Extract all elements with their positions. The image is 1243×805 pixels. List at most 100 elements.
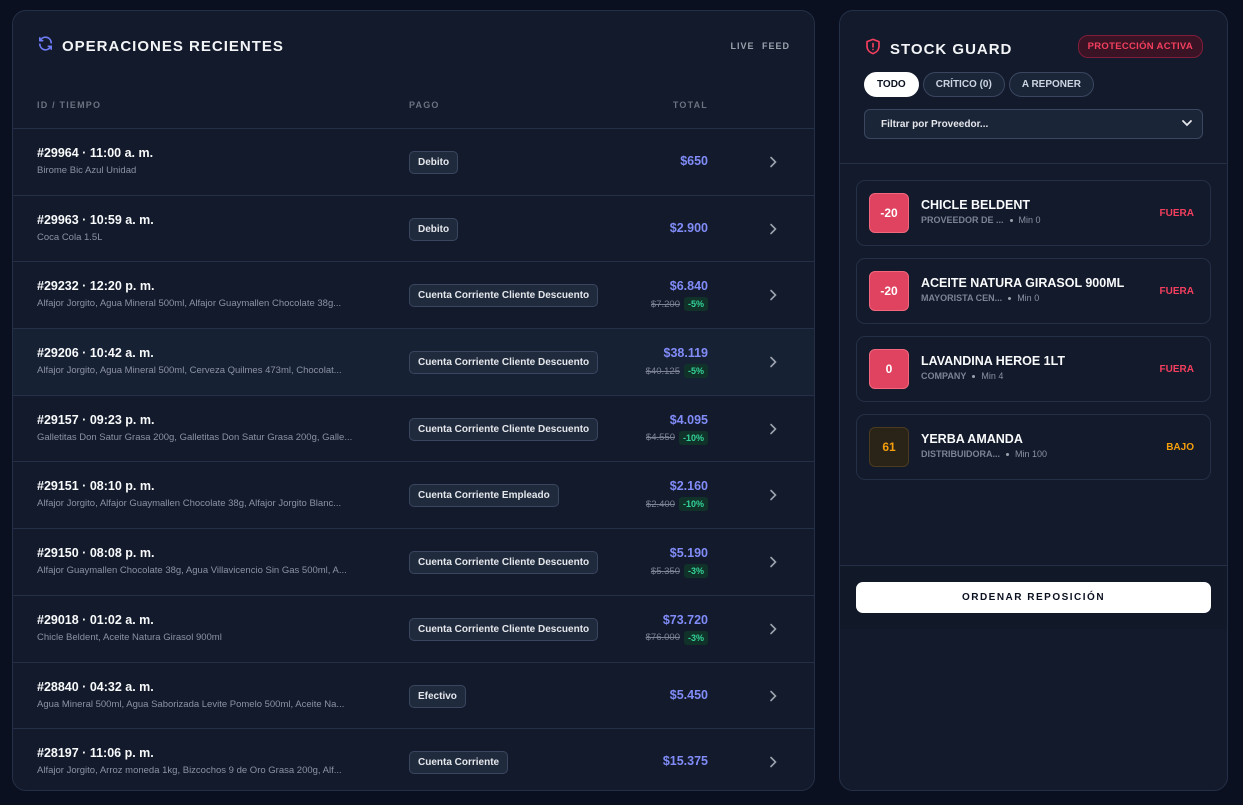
tab-critico[interactable]: CRÍTICO (0) [922,72,1005,97]
stock-item-card[interactable]: -20 ACEITE NATURA GIRASOL 900ML MAYORIST… [856,258,1211,324]
min-stock: Min 4 [981,371,1004,381]
stock-item-card[interactable]: 61 YERBA AMANDA DISTRIBUIDORA... Min 100… [856,414,1211,480]
chevron-right-icon[interactable] [768,288,778,306]
min-stock: Min 0 [1017,293,1040,303]
stock-filter-tabs: TODO CRÍTICO (0) A REPONER [864,72,1094,97]
discount-badge: -3% [683,630,708,645]
operation-row[interactable]: #29206 · 10:42 a. m. Alfajor Jorgito, Ag… [13,329,814,396]
stock-status: FUERA [1159,364,1194,375]
column-payment: PAGO [409,100,440,110]
chevron-right-icon[interactable] [768,488,778,506]
chevron-right-icon[interactable] [768,755,778,773]
tab-todo[interactable]: TODO [864,72,919,97]
operation-total: $4.095 [669,412,708,427]
operation-total: $2.160 [669,479,708,494]
discount-badge: -5% [683,364,708,379]
product-meta: PROVEEDOR DE ... Min 0 [921,215,1041,225]
stock-quantity-badge: 0 [869,349,909,389]
chevron-right-icon[interactable] [768,422,778,440]
shield-alert-icon [864,37,882,61]
operation-id-time: #29206 · 10:42 a. m. [37,346,154,361]
recent-operations-panel: OPERACIONES RECIENTES LIVE FEED ID / TIE… [12,10,815,791]
chevron-right-icon[interactable] [768,622,778,640]
operation-items: Chicle Beldent, Aceite Natura Girasol 90… [37,631,222,643]
column-id-time: ID / TIEMPO [37,100,102,110]
discount-info: $5.350 -3% [651,564,708,579]
operation-total: $650 [680,154,708,168]
operation-id-time: #29963 · 10:59 a. m. [37,212,154,227]
original-price: $4.550 [645,432,675,444]
operation-id-time: #29157 · 09:23 p. m. [37,412,155,427]
stock-item-card[interactable]: 0 LAVANDINA HEROE 1LT COMPANY Min 4 FUER… [856,336,1211,402]
stock-quantity-badge: -20 [869,193,909,233]
separator-dot [1009,218,1013,222]
tab-a-reponer[interactable]: A REPONER [1008,72,1094,97]
payment-badge: Debito [409,217,459,241]
operation-items: Alfajor Jorgito, Alfajor Guaymallen Choc… [37,498,342,510]
operation-row[interactable]: #28840 · 04:32 a. m. Agua Mineral 500ml,… [13,663,814,730]
chevron-right-icon[interactable] [768,155,778,173]
operation-items: Alfajor Jorgito, Agua Mineral 500ml, Alf… [37,298,342,310]
stock-guard-header: STOCK GUARD PROTECCIÓN ACTIVA TODO CRÍTI… [840,11,1227,164]
original-price: $76.000 [645,632,680,644]
operation-row[interactable]: #29157 · 09:23 p. m. Galletitas Don Satu… [13,396,814,463]
chevron-right-icon[interactable] [768,555,778,573]
operation-total: $38.119 [663,346,709,361]
original-price: $2.400 [645,498,675,510]
payment-badge: Cuenta Corriente Cliente Descuento [409,551,599,575]
operation-row[interactable]: #29018 · 01:02 a. m. Chicle Beldent, Ace… [13,596,814,663]
separator-dot [972,374,976,378]
operation-id-time: #29151 · 08:10 p. m. [37,479,155,494]
supplier-filter-placeholder: Filtrar por Proveedor... [881,118,989,130]
discount-info: $4.550 -10% [645,430,708,445]
operations-list: #29964 · 11:00 a. m. Birome Bic Azul Uni… [13,129,814,790]
supplier-filter-select[interactable]: Filtrar por Proveedor... [864,109,1203,139]
operation-row[interactable]: #29232 · 12:20 p. m. Alfajor Jorgito, Ag… [13,262,814,330]
stock-quantity-badge: 61 [869,427,909,467]
stock-guard-footer: ORDENAR REPOSICIÓN [840,565,1227,629]
stock-guard-panel: STOCK GUARD PROTECCIÓN ACTIVA TODO CRÍTI… [839,10,1228,791]
separator-dot [1006,452,1010,456]
live-feed-label: LIVE FEED [730,41,790,51]
product-meta: MAYORISTA CEN... Min 0 [921,293,1039,303]
chevron-right-icon[interactable] [768,689,778,707]
min-stock: Min 100 [1015,449,1048,459]
stock-status: FUERA [1159,286,1194,297]
original-price: $40.125 [645,365,680,377]
operation-items: Coca Cola 1.5L [37,231,103,243]
operation-row[interactable]: #29151 · 08:10 p. m. Alfajor Jorgito, Al… [13,462,814,530]
payment-badge: Cuenta Corriente Cliente Descuento [409,417,599,441]
stock-quantity-badge: -20 [869,271,909,311]
original-price: $7.200 [650,298,680,310]
operation-total: $6.840 [669,279,708,294]
stock-status: FUERA [1159,208,1194,219]
payment-badge: Cuenta Corriente [409,751,509,775]
discount-info: $76.000 -3% [645,630,708,645]
discount-info: $2.400 -10% [645,497,708,512]
operation-id-time: #29150 · 08:08 p. m. [37,546,155,561]
chevron-down-icon [1181,118,1193,131]
chevron-right-icon[interactable] [768,222,778,240]
discount-info: $7.200 -5% [650,297,708,312]
chevron-right-icon[interactable] [768,355,778,373]
operation-total: $5.450 [669,687,708,702]
operation-row[interactable]: #28197 · 11:06 p. m. Alfajor Jorgito, Ar… [13,729,814,790]
order-restock-button[interactable]: ORDENAR REPOSICIÓN [856,582,1211,613]
product-meta: DISTRIBUIDORA... Min 100 [921,449,1047,459]
operation-items: Alfajor Jorgito, Arroz moneda 1kg, Bizco… [37,765,342,777]
stock-guard-title: STOCK GUARD [890,40,1013,58]
stock-item-card[interactable]: -20 CHICLE BELDENT PROVEEDOR DE ... Min … [856,180,1211,246]
operation-row[interactable]: #29963 · 10:59 a. m. Coca Cola 1.5L Debi… [13,196,814,263]
operations-header: OPERACIONES RECIENTES LIVE FEED [13,11,814,81]
operation-row[interactable]: #29150 · 08:08 p. m. Alfajor Guaymallen … [13,529,814,596]
payment-badge: Cuenta Corriente Cliente Descuento [409,351,599,375]
stock-alert-list: -20 CHICLE BELDENT PROVEEDOR DE ... Min … [856,180,1211,492]
product-name: ACEITE NATURA GIRASOL 900ML [921,276,1125,290]
payment-badge: Cuenta Corriente Cliente Descuento [409,284,599,308]
min-stock: Min 0 [1018,215,1041,225]
operation-items: Alfajor Jorgito, Agua Mineral 500ml, Cer… [37,365,342,377]
operation-row[interactable]: #29964 · 11:00 a. m. Birome Bic Azul Uni… [13,129,814,196]
refresh-icon[interactable] [37,35,54,57]
operation-id-time: #29018 · 01:02 a. m. [37,612,154,627]
column-total: TOTAL [672,100,708,110]
